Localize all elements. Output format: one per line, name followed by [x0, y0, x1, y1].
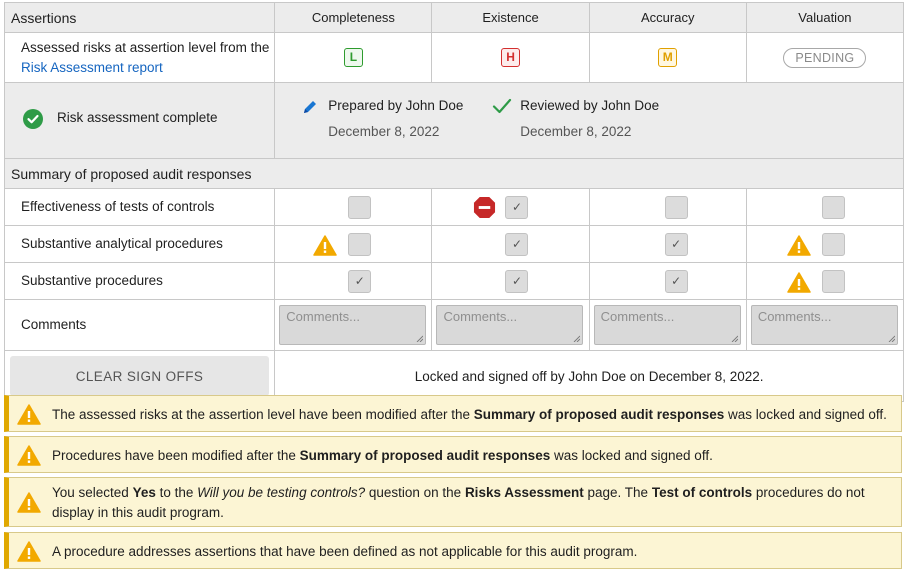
- risk-badge-high: H: [501, 48, 521, 67]
- reviewed-by[interactable]: Reviewed by John Doe: [520, 98, 659, 113]
- resize-grip-icon[interactable]: [888, 335, 895, 342]
- procedure-cell: [745, 188, 905, 226]
- procedure-cell: [274, 225, 433, 263]
- header-valuation: Valuation: [745, 2, 905, 33]
- header-accuracy: Accuracy: [588, 2, 747, 33]
- resize-grip-icon[interactable]: [573, 335, 581, 342]
- comments-cell: Comments...: [588, 299, 747, 351]
- signoff-status-text: Risk assessment complete: [57, 110, 218, 125]
- procedure-label: Substantive analytical procedures: [3, 225, 276, 263]
- table-row: Substantive analytical procedures ✓ ✓: [3, 225, 905, 263]
- alert-text: The assessed risks at the assertion leve…: [52, 407, 887, 422]
- sign-off-checkbox[interactable]: ✓: [664, 233, 688, 256]
- alert-procedures-modified: Procedures have been modified after the …: [4, 436, 902, 473]
- sign-off-checkbox[interactable]: [348, 196, 372, 219]
- sign-off-checkbox[interactable]: [348, 233, 372, 256]
- pencil-icon[interactable]: [302, 99, 318, 118]
- alert-test-of-controls: You selected Yes to the Will you be test…: [4, 477, 902, 527]
- risk-assessment-report-link[interactable]: Risk Assessment report: [21, 60, 163, 75]
- sign-off-checkbox[interactable]: ✓: [505, 196, 529, 219]
- procedure-label: Effectiveness of tests of controls: [3, 188, 276, 226]
- assessed-risks-label: Assessed risks at assertion level from t…: [3, 32, 276, 83]
- resize-grip-icon[interactable]: [731, 335, 738, 342]
- warning-triangle-icon: [17, 541, 41, 568]
- sign-off-checkbox[interactable]: ✓: [505, 233, 529, 256]
- signoff-status-cell: Risk assessment complete: [3, 82, 276, 159]
- comments-field-accuracy[interactable]: Comments...: [593, 305, 741, 345]
- assertions-table: Assertions Completeness Existence Accura…: [3, 2, 905, 402]
- alert-not-applicable-assertions: A procedure addresses assertions that ha…: [4, 532, 902, 569]
- procedure-cell: ✓: [588, 262, 747, 300]
- alert-text: You selected Yes to the Will you be test…: [52, 485, 865, 520]
- header-existence: Existence: [431, 2, 590, 33]
- table-row: Effectiveness of tests of controls ✓: [3, 188, 905, 226]
- comments-field-existence[interactable]: Comments...: [436, 305, 584, 345]
- procedure-cell: ✓: [274, 262, 433, 300]
- comments-row: Comments Comments... Comments... Comment…: [3, 299, 905, 351]
- procedure-cell: ✓: [431, 188, 590, 226]
- signoff-action-row: CLEAR SIGN OFFS Locked and signed off by…: [3, 350, 904, 402]
- signoff-details-cell: Prepared by John Doe December 8, 2022 Re…: [274, 82, 904, 159]
- stop-sign-icon: [473, 196, 496, 222]
- summary-section-header: Summary of proposed audit responses: [4, 158, 904, 189]
- procedure-cell: [745, 225, 905, 263]
- procedure-cell: [588, 188, 747, 226]
- warning-triangle-icon: [17, 404, 41, 431]
- audit-responses-panel: Assertions Completeness Existence Accura…: [0, 0, 907, 574]
- signoff-row: Risk assessment complete Prepared by Joh…: [3, 82, 904, 159]
- reviewed-date: December 8, 2022: [520, 124, 632, 139]
- comments-cell: Comments...: [274, 299, 433, 351]
- assessed-risks-row: Assessed risks at assertion level from t…: [3, 32, 905, 83]
- risk-level-existence: H: [431, 32, 590, 83]
- risk-level-completeness: L: [274, 32, 433, 83]
- comments-label: Comments: [3, 299, 276, 351]
- prepared-by[interactable]: Prepared by John Doe: [328, 98, 463, 113]
- pending-badge: PENDING: [783, 47, 867, 68]
- comments-field-valuation[interactable]: Comments...: [750, 305, 898, 345]
- clear-button-cell: CLEAR SIGN OFFS: [3, 350, 276, 402]
- procedure-cell: ✓: [431, 262, 590, 300]
- comments-cell: Comments...: [431, 299, 590, 351]
- sign-off-checkbox[interactable]: [664, 196, 688, 219]
- summary-title: Summary of proposed audit responses: [4, 158, 904, 189]
- alert-text: Procedures have been modified after the …: [52, 448, 713, 463]
- warning-triangle-icon: [787, 235, 811, 259]
- table-header: Assertions Completeness Existence Accura…: [3, 2, 905, 33]
- comments-field-completeness[interactable]: Comments...: [279, 305, 427, 345]
- sign-off-checkbox[interactable]: ✓: [348, 270, 372, 293]
- header-completeness: Completeness: [274, 2, 433, 33]
- warning-triangle-icon: [787, 272, 811, 296]
- prepared-date: December 8, 2022: [328, 124, 440, 139]
- locked-status: Locked and signed off by John Doe on Dec…: [274, 350, 904, 402]
- procedure-cell: ✓: [588, 225, 747, 263]
- procedure-cell: ✓: [431, 225, 590, 263]
- alert-risks-modified: The assessed risks at the assertion leve…: [4, 395, 902, 432]
- warning-triangle-icon: [313, 235, 338, 259]
- procedure-label: Substantive procedures: [3, 262, 276, 300]
- procedure-cell: [274, 188, 433, 226]
- assessed-risks-text: Assessed risks at assertion level from t…: [21, 39, 270, 55]
- risk-badge-medium: M: [658, 48, 678, 67]
- table-row: Substantive procedures ✓ ✓ ✓: [3, 262, 905, 300]
- sign-off-checkbox[interactable]: ✓: [664, 270, 688, 293]
- risk-badge-low: L: [343, 48, 363, 67]
- warning-triangle-icon: [17, 492, 41, 519]
- sign-off-checkbox[interactable]: ✓: [505, 270, 529, 293]
- sign-off-checkbox[interactable]: [821, 233, 845, 256]
- clear-sign-offs-button[interactable]: CLEAR SIGN OFFS: [10, 356, 269, 396]
- risk-level-accuracy: M: [588, 32, 747, 83]
- alert-text: A procedure addresses assertions that ha…: [52, 544, 638, 559]
- sign-off-checkbox[interactable]: [821, 270, 845, 293]
- checkmark-icon[interactable]: [492, 97, 512, 118]
- warning-triangle-icon: [17, 445, 41, 472]
- procedure-cell: [745, 262, 905, 300]
- header-assertions: Assertions: [3, 2, 276, 33]
- comments-cell: Comments...: [745, 299, 905, 351]
- sign-off-checkbox[interactable]: [821, 196, 845, 219]
- resize-grip-icon[interactable]: [416, 335, 424, 342]
- check-circle-icon: [23, 109, 43, 132]
- risk-level-valuation: PENDING: [745, 32, 905, 83]
